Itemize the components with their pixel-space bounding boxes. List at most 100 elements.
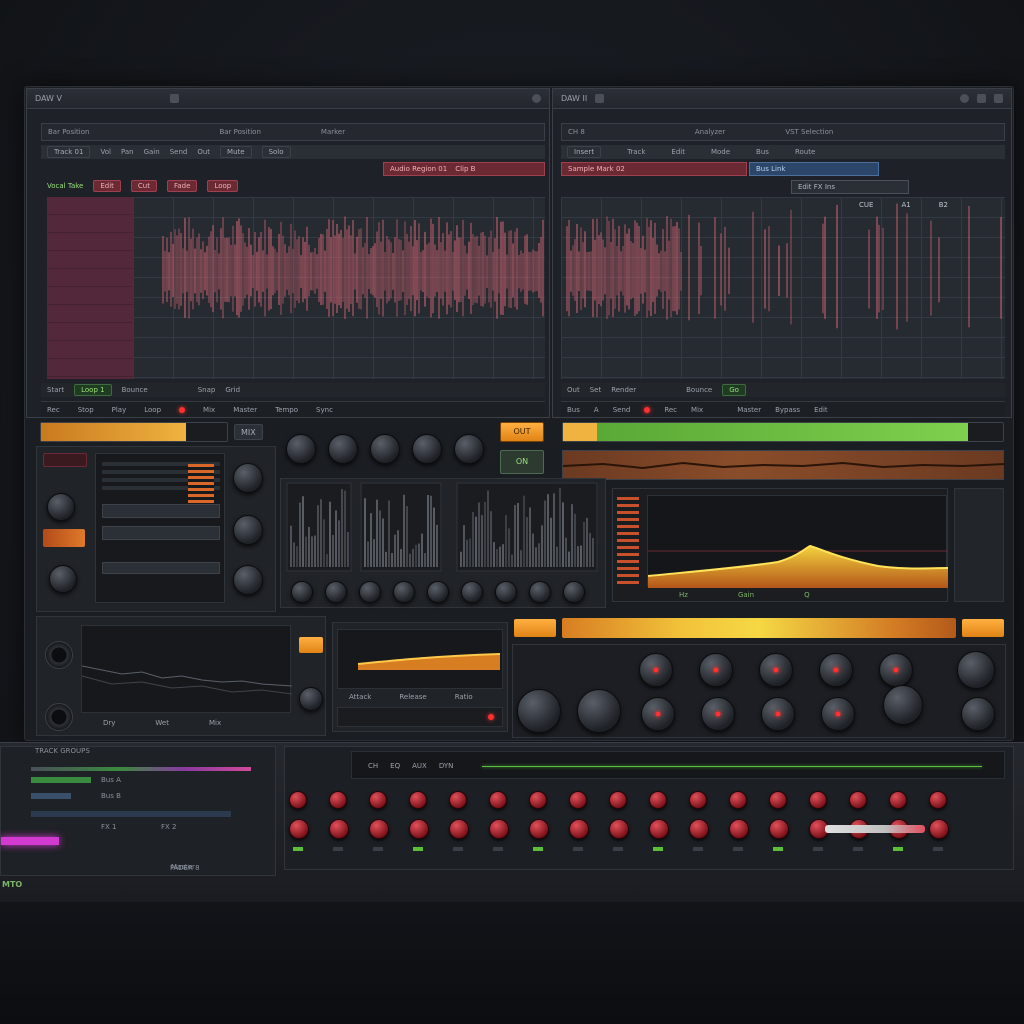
menu-icon[interactable]	[595, 94, 605, 103]
console-button[interactable]	[769, 791, 787, 809]
mute-button[interactable]: Mute	[220, 146, 252, 158]
track-bus[interactable]: Bus	[756, 148, 769, 156]
console-fader-bar[interactable]	[825, 825, 925, 833]
record-icon[interactable]	[960, 94, 969, 103]
analyzer-button[interactable]	[299, 637, 323, 653]
console-tab[interactable]: DYN	[439, 762, 454, 770]
track-vol[interactable]: Vol	[100, 148, 110, 156]
control-knob[interactable]	[370, 434, 400, 464]
console-button[interactable]	[729, 819, 749, 839]
console-button[interactable]	[689, 791, 707, 809]
control-knob[interactable]	[563, 581, 585, 603]
track-name[interactable]: Track 01	[47, 146, 91, 158]
console-button[interactable]	[529, 819, 549, 839]
footer-item[interactable]: Grid	[225, 386, 240, 394]
console-button[interactable]	[609, 791, 627, 809]
control-knob[interactable]	[529, 581, 551, 603]
console-button[interactable]	[409, 819, 429, 839]
on-button[interactable]: ON	[500, 450, 544, 474]
transport-bus[interactable]: Bus	[567, 406, 580, 414]
control-knob[interactable]	[359, 581, 381, 603]
control-knob[interactable]	[495, 581, 517, 603]
control-knob[interactable]	[961, 697, 995, 731]
track-insert[interactable]: Insert	[567, 146, 602, 158]
transport-stop[interactable]: Stop	[78, 406, 94, 414]
console-button[interactable]	[329, 791, 347, 809]
console-button[interactable]	[489, 791, 507, 809]
transport-master[interactable]: Master	[233, 406, 257, 414]
track-pan[interactable]: Pan	[121, 148, 134, 156]
control-knob[interactable]	[819, 653, 853, 687]
console-button[interactable]	[649, 819, 669, 839]
transport-play[interactable]: Play	[112, 406, 127, 414]
track-mode[interactable]: Mode	[711, 148, 730, 156]
console-tab[interactable]: EQ	[390, 762, 400, 770]
track-name[interactable]: Track	[627, 148, 645, 156]
region-tag[interactable]: Audio Region 01 Clip B	[383, 162, 545, 176]
footer-item[interactable]: Bounce	[686, 386, 712, 394]
trim-knob[interactable]	[49, 565, 77, 593]
waveform-area[interactable]	[133, 197, 545, 379]
footer-item[interactable]: Bounce	[122, 386, 148, 394]
rack-knob[interactable]	[233, 463, 263, 493]
hover-tag[interactable]: Edit FX Ins	[791, 180, 909, 194]
solo-button[interactable]: Solo	[261, 146, 291, 158]
rack-knob[interactable]	[233, 515, 263, 545]
display-field[interactable]	[102, 526, 220, 540]
knob-meter-button[interactable]	[514, 619, 556, 637]
control-knob[interactable]	[328, 434, 358, 464]
footer-item[interactable]: Loop 1	[74, 384, 112, 396]
control-knob[interactable]	[957, 651, 995, 689]
console-button[interactable]	[329, 819, 349, 839]
transport-send[interactable]: Send	[613, 406, 631, 414]
control-knob[interactable]	[759, 653, 793, 687]
track-gain[interactable]: Gain	[144, 148, 160, 156]
transport-edit[interactable]: Edit	[814, 406, 828, 414]
knob-meter-button[interactable]	[962, 619, 1004, 637]
lane-item[interactable]: Cut	[130, 179, 157, 192]
region-tag-blue[interactable]: Bus Link	[749, 162, 879, 176]
track-group-row[interactable]	[31, 777, 91, 783]
control-knob[interactable]	[291, 581, 313, 603]
output-button[interactable]: OUT	[500, 422, 544, 442]
control-knob[interactable]	[461, 581, 483, 603]
transport-sync[interactable]: Sync	[316, 406, 333, 414]
track-edit[interactable]: Edit	[671, 148, 685, 156]
transport-tempo[interactable]: Tempo	[275, 406, 298, 414]
region-tag[interactable]: Sample Mark 02	[561, 162, 747, 176]
console-button[interactable]	[649, 791, 667, 809]
transport-bypass[interactable]: Bypass	[775, 406, 800, 414]
footer-item[interactable]: Snap	[198, 386, 216, 394]
console-button[interactable]	[609, 819, 629, 839]
console-button[interactable]	[569, 819, 589, 839]
transport-a[interactable]: A	[594, 406, 599, 414]
eq-curve-box[interactable]	[647, 495, 949, 594]
footer-item[interactable]: Set	[590, 386, 602, 394]
console-button[interactable]	[729, 791, 747, 809]
transport-rec[interactable]: Rec	[47, 406, 60, 414]
transport-loop[interactable]: Loop	[144, 406, 161, 414]
control-knob[interactable]	[761, 697, 795, 731]
lane-item[interactable]: Edit	[93, 179, 121, 192]
console-button[interactable]	[449, 819, 469, 839]
footer-item[interactable]: Out	[567, 386, 580, 394]
control-knob[interactable]	[641, 697, 675, 731]
console-button[interactable]	[689, 819, 709, 839]
track-group-row[interactable]	[31, 793, 71, 799]
transport-mix[interactable]: Mix	[691, 406, 703, 414]
console-button[interactable]	[409, 791, 427, 809]
close-icon[interactable]	[994, 94, 1003, 103]
control-knob[interactable]	[517, 689, 561, 733]
control-knob[interactable]	[393, 581, 415, 603]
track-send[interactable]: Send	[170, 148, 188, 156]
footer-item[interactable]: Render	[611, 386, 636, 394]
console-tab[interactable]: AUX	[412, 762, 427, 770]
settings-icon[interactable]	[977, 94, 986, 103]
rack-knob[interactable]	[233, 565, 263, 595]
console-tab[interactable]: CH	[368, 762, 378, 770]
footer-item[interactable]: Go	[722, 384, 746, 396]
console-button[interactable]	[889, 791, 907, 809]
control-knob[interactable]	[427, 581, 449, 603]
control-knob[interactable]	[639, 653, 673, 687]
waveform-area[interactable]: CUE A1 B2	[561, 197, 1005, 379]
